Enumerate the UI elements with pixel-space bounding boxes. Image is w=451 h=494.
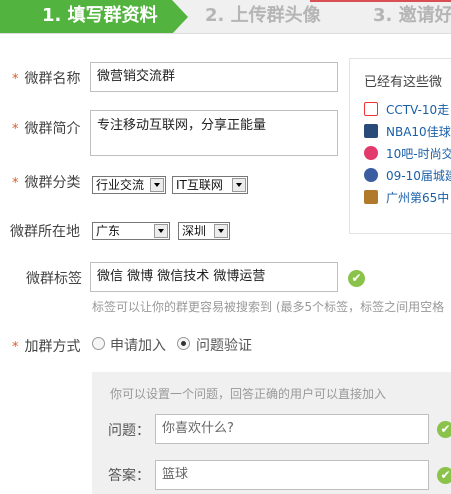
- top-accent-line: [310, 0, 451, 2]
- avatar-icon: [364, 190, 378, 204]
- question-hint: 你可以设置一个问题，回答正确的用户可以直接加入: [110, 387, 387, 401]
- existing-groups-title: 已经有这些微: [364, 75, 443, 90]
- group-name-input[interactable]: 微营销交流群: [90, 62, 338, 92]
- category-primary-select[interactable]: 行业交流: [92, 176, 166, 194]
- check-icon: ✔: [437, 467, 451, 484]
- side-item[interactable]: 09-10届城建: [364, 167, 451, 185]
- intro-label: * 微群简介: [12, 121, 81, 137]
- join-label: * 加群方式: [12, 339, 81, 355]
- category-primary-value: 行业交流: [96, 178, 145, 192]
- side-item[interactable]: 10吧-时尚交: [364, 145, 451, 163]
- join-question-radio[interactable]: [177, 337, 190, 350]
- chevron-down-icon: [214, 224, 228, 238]
- chevron-down-icon: [150, 178, 164, 192]
- chevron-down-icon: [232, 178, 246, 192]
- category-label: * 微群分类: [12, 175, 81, 191]
- tags-input[interactable]: 微信 微博 微信技术 微博运营: [90, 262, 338, 292]
- required-mark: *: [12, 122, 19, 137]
- join-apply-label[interactable]: 申请加入: [110, 335, 166, 355]
- join-question-label[interactable]: 问题验证: [196, 335, 252, 355]
- join-apply-radio[interactable]: [92, 337, 105, 350]
- side-item[interactable]: CCTV-10走: [364, 101, 451, 119]
- step-bar: 1. 填写群资料 2. 上传群头像 3. 邀请好: [0, 0, 451, 34]
- cctv-icon: [364, 102, 378, 116]
- answer-input[interactable]: 篮球: [155, 460, 429, 490]
- answer-label: 答案：: [108, 468, 150, 484]
- 10ba-icon: [364, 146, 378, 160]
- check-icon: ✔: [437, 421, 451, 438]
- question-input[interactable]: 你喜欢什么?: [155, 414, 429, 444]
- name-label: * 微群名称: [12, 71, 81, 87]
- tags-hint: 标签可以让你的群更容易被搜索到 (最多5个标签，标签之间用空格: [92, 300, 445, 314]
- step-1: 1. 填写群资料: [42, 5, 158, 26]
- step-3: 3. 邀请好: [373, 5, 451, 26]
- city-value: 深圳: [182, 224, 207, 238]
- required-mark: *: [12, 176, 19, 191]
- side-item[interactable]: NBA10佳球: [364, 123, 451, 141]
- province-select[interactable]: 广东: [92, 222, 170, 240]
- side-item[interactable]: 广州第65中: [364, 189, 451, 207]
- step-arrow: [172, 0, 188, 33]
- category-secondary-select[interactable]: IT互联网: [172, 176, 248, 194]
- avatar-icon: [364, 168, 378, 182]
- tags-label: 微群标签: [26, 271, 82, 287]
- check-icon: ✔: [348, 270, 365, 287]
- chevron-down-icon: [154, 224, 168, 238]
- category-secondary-value: IT互联网: [176, 178, 223, 192]
- required-mark: *: [12, 72, 19, 87]
- location-label: 微群所在地: [10, 224, 80, 240]
- group-intro-input[interactable]: 专注移动互联网，分享正能量: [90, 110, 338, 156]
- city-select[interactable]: 深圳: [178, 222, 230, 240]
- existing-groups-panel: 已经有这些微 CCTV-10走 NBA10佳球 10吧-时尚交 09-10届城建…: [349, 58, 451, 234]
- nba-icon: [364, 124, 378, 138]
- province-value: 广东: [96, 224, 121, 238]
- required-mark: *: [12, 340, 19, 355]
- question-label: 问题：: [108, 423, 150, 439]
- step-2: 2. 上传群头像: [205, 5, 321, 26]
